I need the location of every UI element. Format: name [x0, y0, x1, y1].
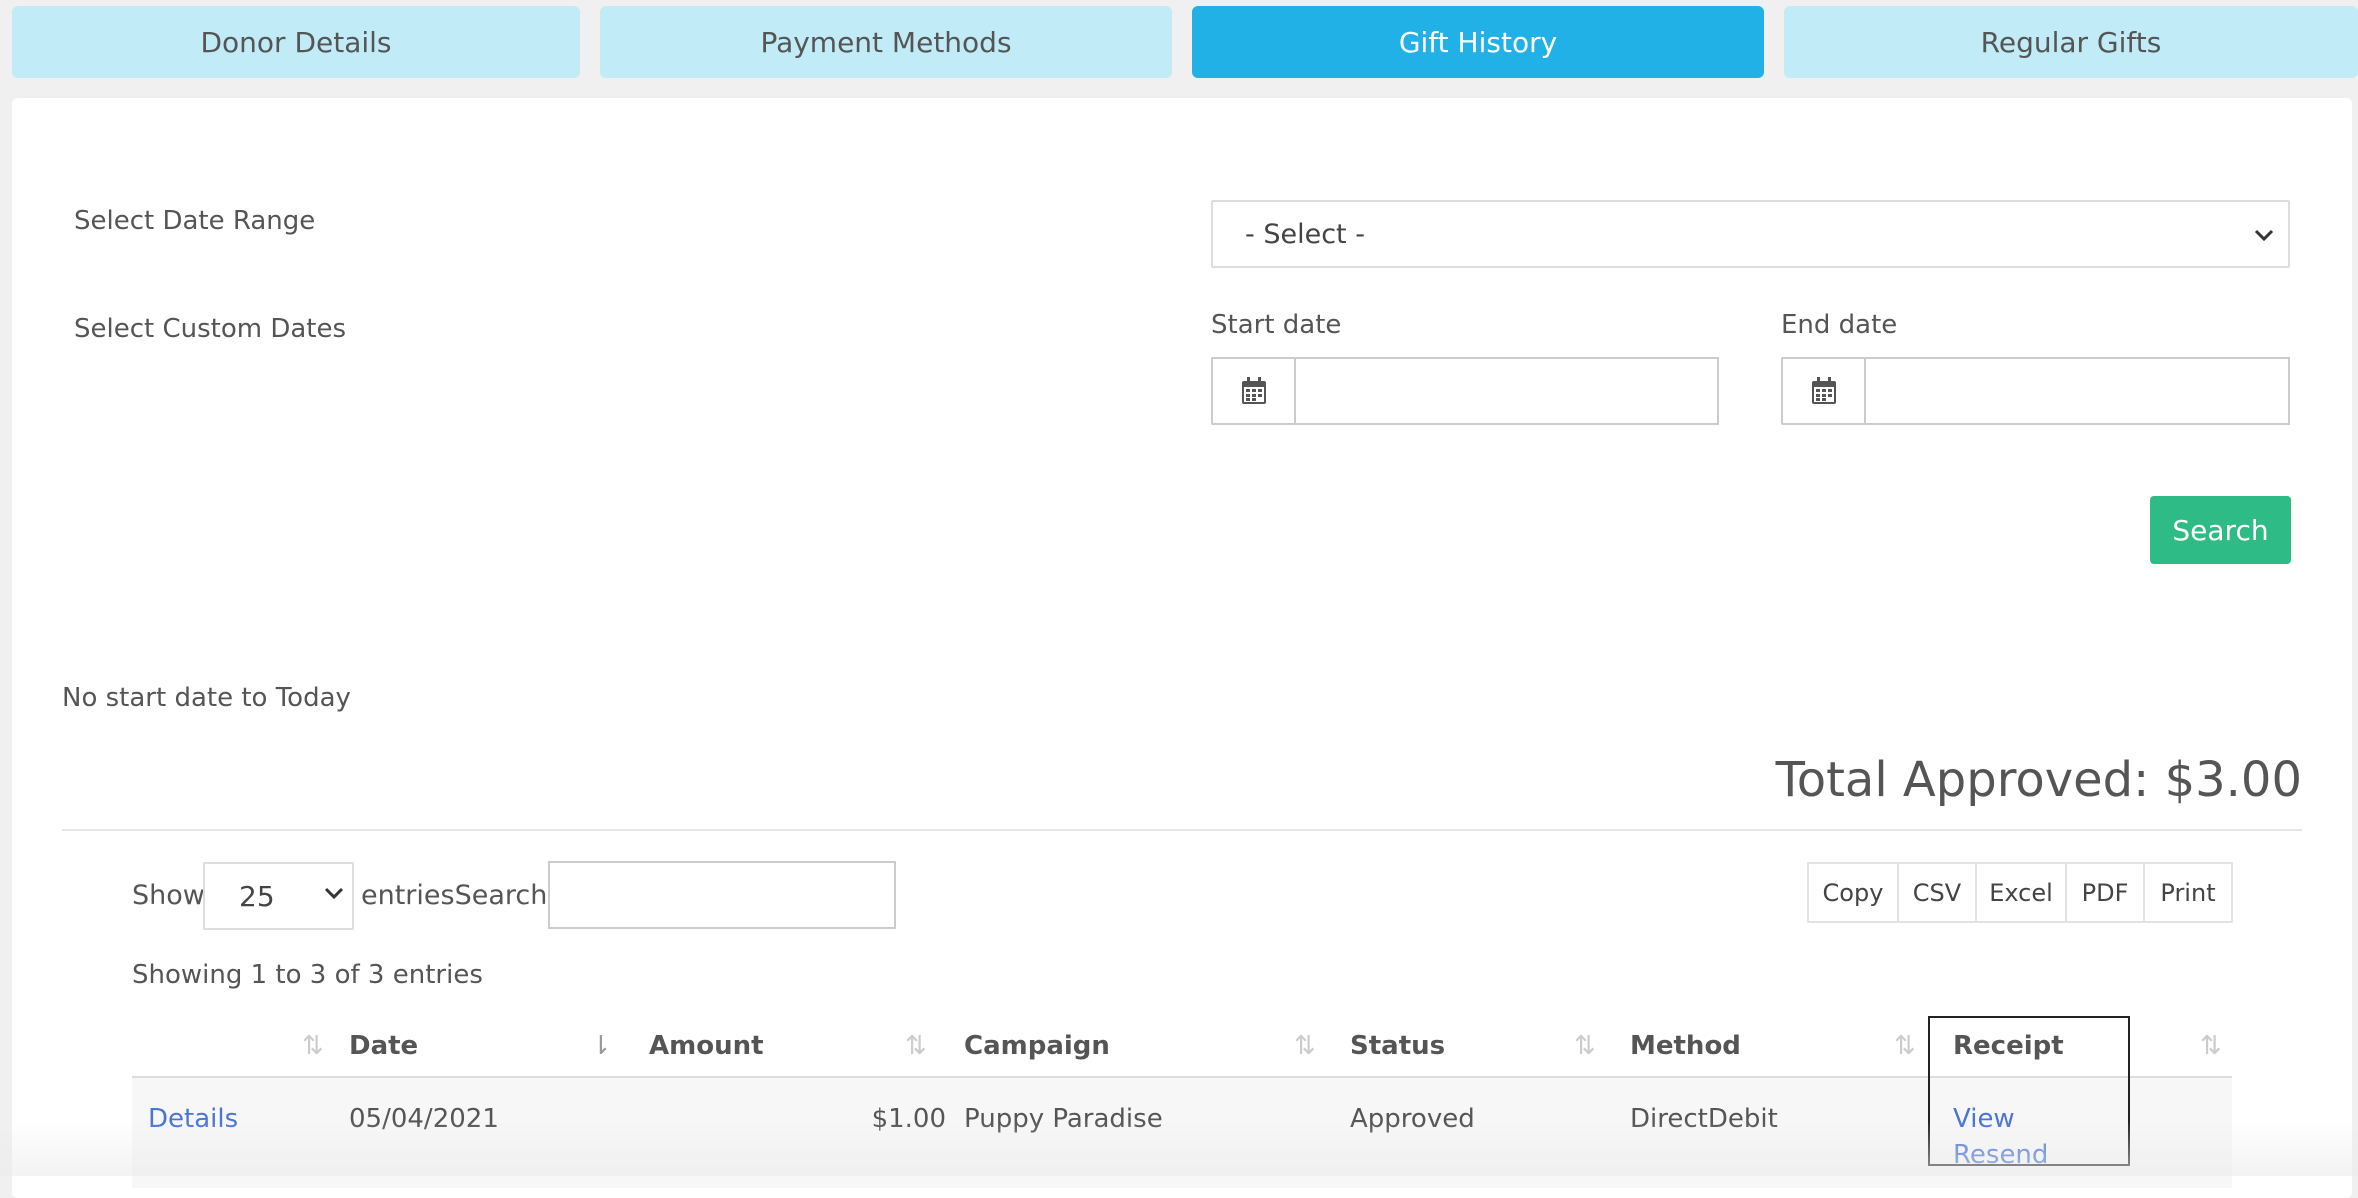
sort-icon[interactable]: ⇅ [302, 1016, 324, 1076]
chevron-down-icon [324, 881, 344, 906]
print-button[interactable]: Print [2143, 862, 2233, 923]
receipt-column-highlight [1928, 1016, 2130, 1166]
custom-dates-label: Select Custom Dates [74, 314, 347, 344]
sort-icon[interactable]: ⇅ [905, 1016, 927, 1076]
start-date-input[interactable] [1294, 357, 1719, 425]
end-date-group [1781, 357, 2290, 425]
copy-button[interactable]: Copy [1807, 862, 1899, 923]
calendar-icon[interactable] [1211, 357, 1294, 425]
total-approved: Total Approved: $3.00 [1775, 752, 2302, 808]
column-header-method[interactable]: Method [1630, 1016, 1741, 1076]
sort-icon[interactable]: ⇅ [1894, 1016, 1916, 1076]
sort-descending-icon[interactable]: ⇂ [590, 1016, 612, 1076]
row-campaign: Puppy Paradise [964, 1104, 1163, 1134]
column-header-status[interactable]: Status [1350, 1016, 1445, 1076]
tab-payment-methods[interactable]: Payment Methods [600, 6, 1172, 78]
excel-button[interactable]: Excel [1975, 862, 2067, 923]
table-info: Showing 1 to 3 of 3 entries [132, 960, 483, 990]
row-method: DirectDebit [1630, 1104, 1778, 1134]
csv-button[interactable]: CSV [1897, 862, 1977, 923]
end-date-input[interactable] [1864, 357, 2290, 425]
sort-icon[interactable]: ⇅ [1574, 1016, 1596, 1076]
sort-icon[interactable]: ⇅ [2200, 1016, 2222, 1076]
column-header-date[interactable]: Date [349, 1016, 418, 1076]
row-status: Approved [1350, 1104, 1475, 1134]
sort-icon[interactable]: ⇅ [1294, 1016, 1316, 1076]
column-header-campaign[interactable]: Campaign [964, 1016, 1110, 1076]
tab-regular-gifts[interactable]: Regular Gifts [1784, 6, 2358, 78]
search-button[interactable]: Search [2150, 496, 2291, 564]
page-size-value: 25 [239, 879, 275, 913]
table-row: Details 05/04/2021 $1.00 Puppy Paradise … [132, 1078, 2232, 1188]
end-date-label: End date [1781, 310, 1898, 340]
table-search-input[interactable] [548, 861, 896, 929]
page-size-select[interactable]: 25 [203, 862, 354, 930]
divider [62, 829, 2302, 831]
row-amount: $1.00 [871, 1104, 946, 1134]
entries-search-label: entriesSearch: [361, 880, 557, 911]
start-date-group [1211, 357, 1719, 425]
tab-bar: Donor Details Payment Methods Gift Histo… [12, 6, 2358, 78]
export-buttons: Copy CSV Excel PDF Print [1807, 862, 2233, 923]
gift-history-panel: Select Date Range - Select - Select Cust… [12, 98, 2352, 1198]
date-range-value: - Select - [1245, 218, 1365, 250]
column-header-amount[interactable]: Amount [649, 1016, 764, 1076]
calendar-icon[interactable] [1781, 357, 1864, 425]
date-range-label: Select Date Range [74, 206, 316, 236]
show-label: Show [132, 880, 205, 911]
range-summary: No start date to Today [62, 683, 351, 713]
date-range-select[interactable]: - Select - [1211, 200, 2290, 268]
tab-gift-history[interactable]: Gift History [1192, 6, 1764, 78]
chevron-down-icon [2254, 220, 2274, 248]
row-date: 05/04/2021 [349, 1104, 499, 1134]
details-link[interactable]: Details [148, 1104, 238, 1134]
tab-donor-details[interactable]: Donor Details [12, 6, 580, 78]
pdf-button[interactable]: PDF [2065, 862, 2145, 923]
start-date-label: Start date [1211, 310, 1342, 340]
